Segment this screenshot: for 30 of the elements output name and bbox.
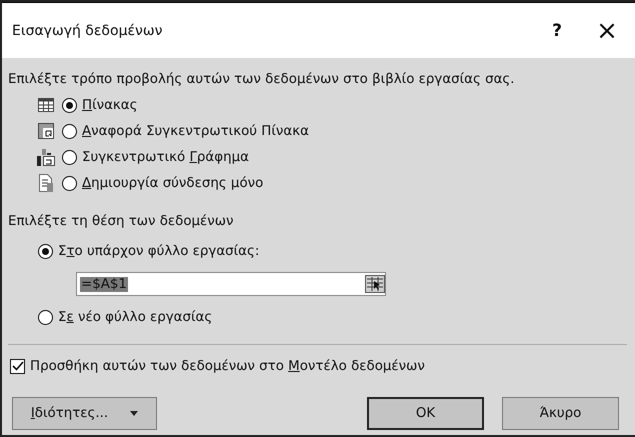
ok-button[interactable]: OK	[367, 397, 484, 430]
cell-reference-field[interactable]: =$A$1	[76, 272, 386, 296]
document-icon	[39, 174, 53, 192]
cancel-button[interactable]: Άκυρο	[502, 397, 619, 430]
pivot-table-icon	[38, 123, 54, 139]
location-option-radio[interactable]: Σε νέο φύλλο εργασίας	[38, 310, 212, 324]
pivot-chart-icon	[37, 148, 55, 166]
radio-icon[interactable]	[62, 150, 77, 164]
table-icon	[38, 98, 54, 112]
data-model-checkbox[interactable]: Προσθήκη αυτών των δεδομένων στο Μοντέλο δεδομένων	[10, 358, 425, 374]
properties-button[interactable]: Ιδιότητες...	[12, 397, 157, 430]
close-button[interactable]: ×	[587, 10, 627, 50]
help-button[interactable]: ?	[537, 10, 577, 50]
checkbox-icon[interactable]	[10, 358, 25, 374]
view-option-radio[interactable]: Αναφορά Συγκεντρωτικού Πίνακα	[62, 124, 309, 138]
view-option-radio[interactable]: Πίνακας	[62, 98, 138, 112]
caret-icon	[130, 411, 138, 416]
range-picker-icon[interactable]	[365, 275, 385, 293]
view-prompt: Επιλέξτε τρόπο προβολής αυτών των δεδομένων στο βιβλίο εργασίας σας.	[8, 72, 515, 86]
radio-icon[interactable]	[62, 176, 77, 190]
radio-icon[interactable]	[62, 124, 77, 138]
location-prompt: Επιλέξτε τη θέση των δεδομένων	[8, 214, 234, 228]
view-option-radio[interactable]: Συγκεντρωτικό Γράφημα	[62, 150, 249, 164]
radio-icon[interactable]	[62, 98, 77, 112]
location-option-radio[interactable]: Στο υπάρχον φύλλο εργασίας:	[38, 244, 260, 258]
view-option-radio[interactable]: Δημιουργία σύνδεσης μόνο	[62, 176, 264, 190]
field-value: =$A$1	[80, 276, 128, 292]
radio-icon[interactable]	[38, 244, 53, 258]
radio-icon[interactable]	[38, 310, 53, 324]
window-title: Εισαγωγή δεδομένων	[12, 22, 164, 38]
